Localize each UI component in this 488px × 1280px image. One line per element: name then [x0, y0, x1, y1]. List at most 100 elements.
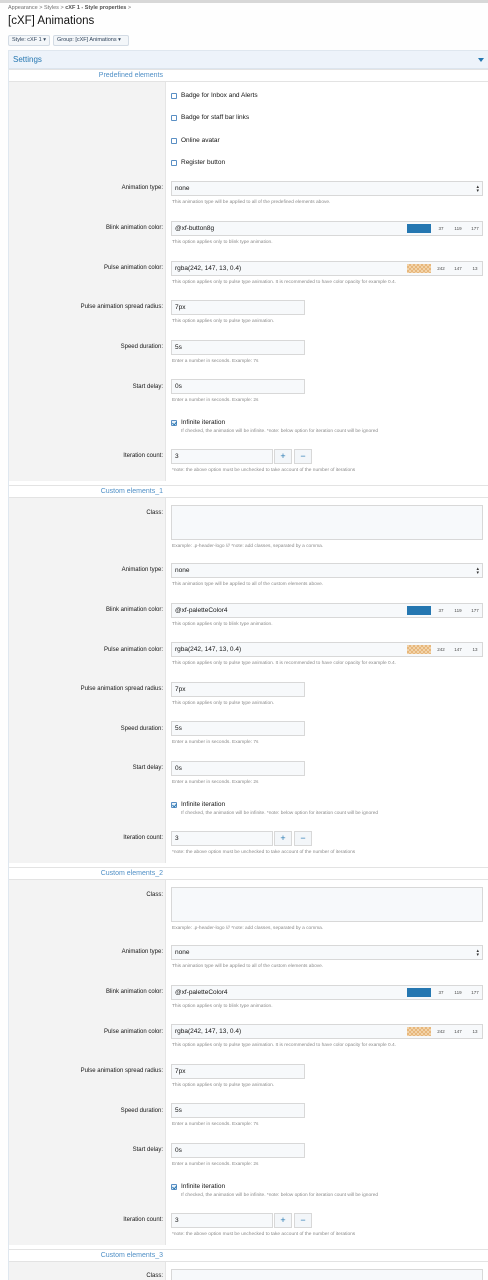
rgb-value: 177: [471, 990, 479, 995]
field-hint: *note: the above option must be unchecke…: [172, 1232, 356, 1237]
input-value: @xf-button8g: [175, 225, 215, 232]
register-button-checkbox[interactable]: [171, 160, 177, 166]
field-label: Iteration count:: [123, 453, 163, 459]
field-label: Class:: [146, 1273, 163, 1279]
checkbox-label: Infinite iteration: [181, 801, 226, 808]
field-hint: This option applies only to blink type a…: [172, 240, 273, 245]
breadcrumb-separator: >: [39, 5, 43, 11]
blink-color-swatch[interactable]: [407, 606, 431, 615]
field-hint: This animation type will be applied to a…: [172, 964, 324, 969]
spread-radius-input[interactable]: 7px: [171, 1064, 305, 1079]
field-hint: This animation type will be applied to a…: [172, 582, 324, 587]
badge-staff-bar-checkbox[interactable]: [171, 115, 177, 121]
infinite-iteration-checkbox[interactable]: [171, 802, 177, 808]
settings-panel-header[interactable]: Settings: [9, 51, 488, 69]
spread-radius-input[interactable]: 7px: [171, 300, 305, 315]
breadcrumb-separator: >: [127, 5, 132, 11]
select-arrows-icon: ▴ ▾: [476, 566, 479, 576]
caret-down-icon[interactable]: [478, 58, 484, 62]
pulse-color-swatch[interactable]: [407, 264, 431, 273]
pulse-color-swatch[interactable]: [407, 1027, 431, 1036]
start-delay-input[interactable]: 0s: [171, 1143, 305, 1158]
rgb-value: 37: [438, 608, 444, 613]
style-filter-label: Style: cXF 1: [12, 37, 42, 43]
rgb-value: 147: [454, 647, 462, 652]
rgb-value: 13: [472, 647, 478, 652]
breadcrumb-link-current[interactable]: cXF 1 - Style properties: [65, 5, 126, 11]
chevron-down-icon: ▾: [118, 37, 121, 43]
checkbox-label: Infinite iteration: [181, 419, 226, 426]
rgb-value: 147: [454, 266, 462, 271]
increment-button[interactable]: +: [274, 449, 292, 464]
page-title: [cXF] Animations: [8, 15, 95, 27]
input-value: 0s: [175, 765, 182, 772]
field-label: Iteration count:: [123, 835, 163, 841]
input-value: 7px: [175, 1068, 186, 1075]
breadcrumb-link-appearance[interactable]: Appearance: [8, 5, 38, 11]
input-value: rgba(242, 147, 13, 0.4): [175, 1028, 242, 1035]
infinite-iteration-checkbox[interactable]: [171, 1184, 177, 1190]
field-label: Pulse animation color:: [103, 1029, 163, 1035]
rgb-value: 119: [454, 226, 462, 231]
field-hint: Enter a number in seconds. Example: 7s: [172, 1122, 259, 1127]
increment-button[interactable]: +: [274, 1213, 292, 1228]
animation-type-select[interactable]: none ▴ ▾: [171, 181, 483, 196]
start-delay-input[interactable]: 0s: [171, 761, 305, 776]
group-filter-button[interactable]: Group: [cXF] Animations ▾: [53, 35, 129, 46]
class-textarea[interactable]: [171, 505, 483, 540]
field-hint: This option applies only to pulse type a…: [172, 319, 275, 324]
rgb-value: 242: [437, 1029, 445, 1034]
input-value: 7px: [175, 686, 186, 693]
style-filter-button[interactable]: Style: cXF 1 ▾: [8, 35, 50, 46]
class-textarea[interactable]: [171, 887, 483, 922]
blink-color-swatch[interactable]: [407, 224, 431, 233]
class-textarea[interactable]: [171, 1269, 483, 1280]
field-label: Start delay:: [132, 1147, 163, 1153]
online-avatar-checkbox[interactable]: [171, 138, 177, 144]
iteration-count-input[interactable]: 3: [171, 1213, 273, 1228]
iteration-count-input[interactable]: 3: [171, 449, 273, 464]
spread-radius-input[interactable]: 7px: [171, 682, 305, 697]
field-hint: This option applies only to blink type a…: [172, 1004, 273, 1009]
field-label: Class:: [146, 892, 163, 898]
field-hint: Enter a number in seconds. Example: 2s: [172, 1162, 259, 1167]
rgb-value: 13: [472, 1029, 478, 1034]
animation-type-select[interactable]: none ▴ ▾: [171, 563, 483, 578]
speed-duration-input[interactable]: 5s: [171, 340, 305, 355]
start-delay-input[interactable]: 0s: [171, 379, 305, 394]
speed-duration-input[interactable]: 5s: [171, 1103, 305, 1118]
decrement-button[interactable]: −: [294, 1213, 312, 1228]
input-value: 5s: [175, 725, 182, 732]
field-hint: *note: the above option must be unchecke…: [172, 850, 356, 855]
breadcrumb: Appearance > Styles > cXF 1 - Style prop…: [8, 5, 131, 11]
field-hint: Enter a number in seconds. Example: 7s: [172, 740, 259, 745]
field-hint: This option applies only to pulse type a…: [172, 280, 396, 285]
decrement-button[interactable]: −: [294, 449, 312, 464]
field-hint: Enter a number in seconds. Example: 2s: [172, 398, 259, 403]
infinite-iteration-checkbox[interactable]: [171, 420, 177, 426]
field-hint: Example: .p-header-logo /// *note: add c…: [172, 544, 324, 549]
field-hint: *note: the above option must be unchecke…: [172, 468, 356, 473]
section-header-custom-1: Custom elements_1: [9, 485, 488, 498]
rgb-value: 119: [454, 608, 462, 613]
field-hint: Example: .p-header-logo /// *note: add c…: [172, 926, 324, 931]
breadcrumb-separator: >: [60, 5, 64, 11]
input-value: 3: [175, 453, 179, 460]
select-arrows-icon: ▴ ▾: [476, 948, 479, 958]
animation-type-select[interactable]: none ▴ ▾: [171, 945, 483, 960]
speed-duration-input[interactable]: 5s: [171, 721, 305, 736]
field-label: Start delay:: [132, 384, 163, 390]
breadcrumb-link-styles[interactable]: Styles: [44, 5, 59, 11]
decrement-button[interactable]: −: [294, 831, 312, 846]
rgb-value: 37: [438, 990, 444, 995]
blink-color-swatch[interactable]: [407, 988, 431, 997]
field-label: Animation type:: [121, 185, 163, 191]
pulse-color-swatch[interactable]: [407, 645, 431, 654]
chevron-down-icon: ▾: [43, 37, 46, 43]
field-label: Pulse animation spread radius:: [80, 1068, 163, 1074]
input-value: rgba(242, 147, 13, 0.4): [175, 265, 242, 272]
iteration-count-input[interactable]: 3: [171, 831, 273, 846]
field-label: Pulse animation spread radius:: [80, 686, 163, 692]
increment-button[interactable]: +: [274, 831, 292, 846]
badge-inbox-alerts-checkbox[interactable]: [171, 93, 177, 99]
